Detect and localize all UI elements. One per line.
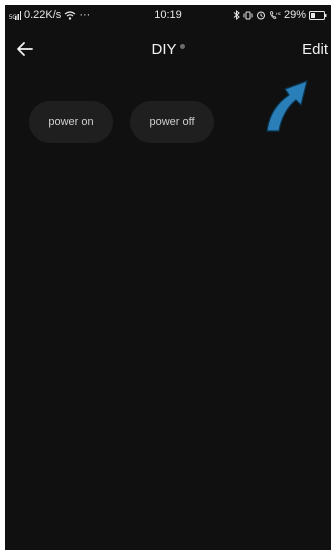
battery-percent: 29% bbox=[283, 9, 306, 21]
vibrate-icon bbox=[243, 11, 253, 20]
phone-screen: 5G 0.22K/s ··· 10:19 HD 29% DIY Edit pow… bbox=[5, 5, 331, 550]
svg-text:HD: HD bbox=[276, 11, 281, 16]
power-on-button[interactable]: power on bbox=[29, 101, 113, 143]
annotation-arrow-icon bbox=[266, 80, 308, 132]
edit-button[interactable]: Edit bbox=[302, 41, 328, 58]
status-right: HD 29% bbox=[233, 9, 327, 21]
page-title: DIY bbox=[151, 41, 177, 58]
power-off-button[interactable]: power off bbox=[130, 101, 214, 143]
alarm-icon bbox=[256, 10, 266, 20]
page-title-group: DIY bbox=[5, 41, 331, 58]
bluetooth-icon bbox=[233, 10, 240, 20]
app-header: DIY Edit bbox=[5, 33, 331, 67]
battery-icon bbox=[309, 10, 327, 20]
hd-call-icon: HD bbox=[269, 10, 281, 20]
status-dot-icon bbox=[179, 43, 185, 49]
status-bar: 5G 0.22K/s ··· 10:19 HD 29% bbox=[5, 5, 331, 25]
